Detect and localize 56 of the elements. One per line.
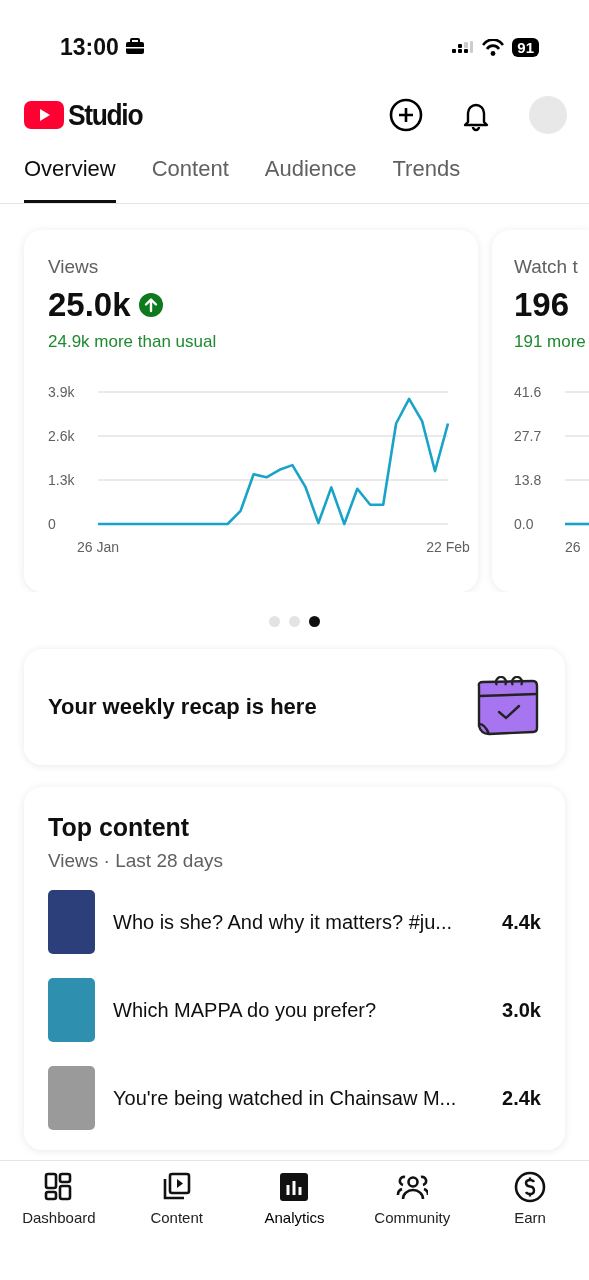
tab[interactable]: Overview — [24, 144, 116, 203]
page-dot[interactable] — [269, 616, 280, 627]
nav-item[interactable]: Dashboard — [3, 1171, 114, 1280]
tab[interactable]: Audience — [264, 144, 357, 203]
view-count: 4.4k — [502, 910, 541, 934]
metric-card[interactable]: Watch t 196 191 more 41.6 27.7 13.8 0.0 26 — [492, 230, 589, 592]
metric-value: 196 — [514, 286, 570, 324]
metric-value: 25.0k — [48, 286, 131, 324]
create-icon[interactable] — [389, 98, 423, 132]
axis-tick-label: 0.0 — [514, 516, 534, 532]
video-title: You're being watched in Chainsaw M... — [113, 1086, 458, 1110]
briefcase-icon — [124, 38, 145, 56]
nav-item[interactable]: Community — [357, 1171, 468, 1280]
metric-title: Views — [48, 256, 100, 278]
axis-tick-label: 1.3k — [48, 472, 75, 488]
nav-item[interactable]: Content — [121, 1171, 232, 1280]
logo-text: Studio — [68, 98, 143, 132]
nav-item[interactable]: Analytics — [239, 1171, 350, 1280]
play-logo-icon — [24, 101, 64, 129]
view-count: 2.4k — [502, 1086, 541, 1110]
bar-chart-icon — [278, 1171, 311, 1203]
metric-delta: 24.9k more than usual — [48, 332, 218, 352]
nav-item[interactable]: Earn — [475, 1171, 586, 1280]
chart-line — [565, 522, 589, 526]
wifi-icon — [482, 38, 505, 56]
recap-card[interactable]: Your weekly recap is here — [24, 649, 565, 765]
signal-icon — [452, 40, 475, 54]
axis-tick-label: 22 Feb — [426, 539, 470, 555]
dollar-icon — [514, 1171, 547, 1203]
battery-level: 91 — [517, 38, 534, 56]
axis-tick-label: 2.6k — [48, 428, 75, 444]
axis-tick-label: 41.6 — [514, 384, 542, 400]
video-row[interactable]: Who is she? And why it matters? #ju... 4.4k — [48, 890, 541, 954]
status-time: 13:00 — [60, 33, 119, 61]
section-subtitle: Views · Last 28 days — [48, 850, 224, 872]
axis-tick-label: 0 — [48, 516, 56, 532]
video-row[interactable]: You're being watched in Chainsaw M... 2.4k — [48, 1066, 541, 1130]
video-row[interactable]: Which MAPPA do you prefer? 3.0k — [48, 978, 541, 1042]
recap-text: Your weekly recap is here — [48, 694, 317, 720]
axis-tick-label: 27.7 — [514, 428, 542, 444]
tab[interactable]: Content — [151, 144, 229, 203]
metric-card[interactable]: Views 25.0k 24.9k more than usual 3.9k 2.6k 1.3k 0 26 Jan 22 Feb — [24, 230, 478, 592]
page-dot[interactable] — [309, 616, 320, 627]
metric-delta: 191 more — [514, 332, 587, 352]
metric-title: Watch t — [514, 256, 579, 278]
axis-tick-label: 3.9k — [48, 384, 75, 400]
axis-tick-label: 26 — [565, 539, 581, 555]
section-title: Top content — [48, 813, 191, 842]
tab[interactable]: Trends — [392, 144, 461, 203]
calendar-check-icon — [475, 676, 541, 738]
view-count: 3.0k — [502, 998, 541, 1022]
video-title: Who is she? And why it matters? #ju... — [113, 910, 454, 934]
video-title: Which MAPPA do you prefer? — [113, 998, 378, 1022]
axis-tick-label: 13.8 — [514, 472, 542, 488]
axis-tick-label: 26 Jan — [77, 539, 119, 555]
page-dot[interactable] — [289, 616, 300, 627]
